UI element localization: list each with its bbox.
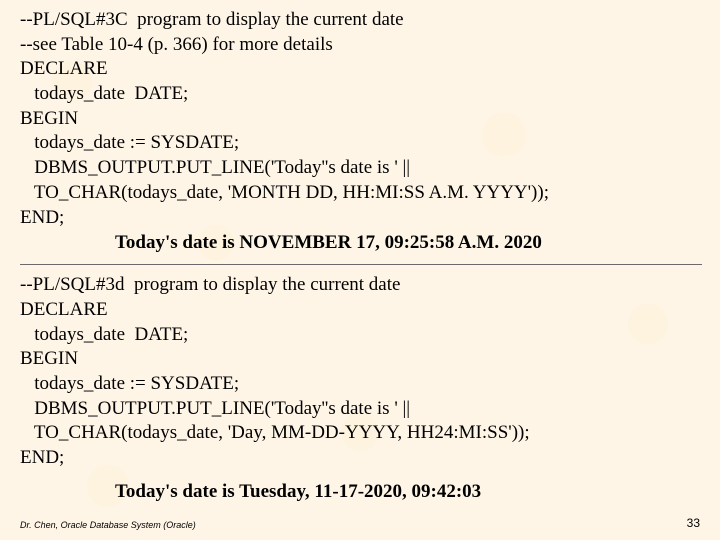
- code-line: todays_date := SYSDATE;: [20, 372, 702, 397]
- code-line: DBMS_OUTPUT.PUT_LINE('Today''s date is '…: [20, 156, 702, 181]
- code-line: DECLARE: [20, 298, 702, 323]
- code-line: TO_CHAR(todays_date, 'Day, MM-DD-YYYY, H…: [20, 421, 702, 446]
- code-line: todays_date := SYSDATE;: [20, 131, 702, 156]
- code-block-2: --PL/SQL#3d program to display the curre…: [20, 273, 702, 471]
- page-number: 33: [687, 516, 700, 530]
- code-line: END;: [20, 206, 702, 231]
- divider: [20, 264, 702, 265]
- code-line: todays_date DATE;: [20, 82, 702, 107]
- slide: --PL/SQL#3C program to display the curre…: [0, 0, 720, 540]
- code-line: todays_date DATE;: [20, 323, 702, 348]
- code-line: --see Table 10-4 (p. 366) for more detai…: [20, 33, 702, 58]
- code-line: DECLARE: [20, 57, 702, 82]
- code-block-1: --PL/SQL#3C program to display the curre…: [20, 8, 702, 230]
- output-2: Today's date is Tuesday, 11-17-2020, 09:…: [115, 481, 702, 503]
- code-line: DBMS_OUTPUT.PUT_LINE('Today''s date is '…: [20, 397, 702, 422]
- footer-author: Dr. Chen, Oracle Database System (Oracle…: [20, 520, 196, 530]
- code-line: END;: [20, 446, 702, 471]
- code-line: --PL/SQL#3C program to display the curre…: [20, 8, 702, 33]
- output-1: Today's date is NOVEMBER 17, 09:25:58 A.…: [115, 232, 702, 254]
- code-line: BEGIN: [20, 347, 702, 372]
- code-line: BEGIN: [20, 107, 702, 132]
- code-line: --PL/SQL#3d program to display the curre…: [20, 273, 702, 298]
- code-line: TO_CHAR(todays_date, 'MONTH DD, HH:MI:SS…: [20, 181, 702, 206]
